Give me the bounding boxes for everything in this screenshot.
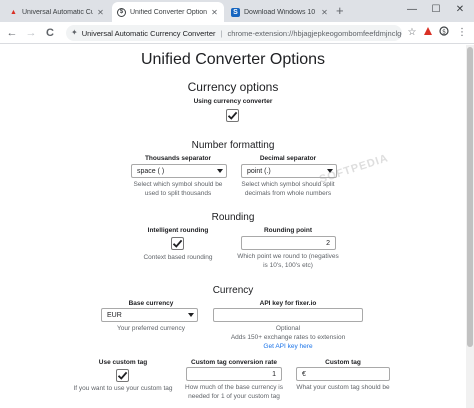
address-url: chrome-extension://hbjagjepkeogombomfeef… (227, 28, 402, 38)
scrollbar-thumb[interactable] (467, 47, 473, 347)
base-currency-help: Your preferred currency (116, 325, 186, 332)
softpedia-favicon-icon: S (231, 7, 240, 17)
close-window-icon[interactable]: ✕ (450, 3, 470, 17)
rounding-point-label: Rounding point (263, 227, 312, 234)
address-bar[interactable]: ✦ Universal Automatic Currency Converter… (66, 25, 402, 41)
using-converter-label: Using currency converter (193, 98, 273, 105)
custom-tag-help: What your custom tag should be (296, 384, 390, 391)
currency-heading: Currency (212, 285, 254, 296)
tab-strip: ▲ Universal Automatic Currency Co ✕ $ Un… (0, 0, 474, 22)
base-currency-label: Base currency (128, 300, 174, 307)
api-key-help-link-row: Get API key here (208, 342, 368, 351)
get-api-key-link[interactable]: Get API key here (263, 343, 312, 350)
tab-universal-currency[interactable]: ▲ Universal Automatic Currency Co ✕ (4, 2, 110, 22)
svg-text:$: $ (442, 28, 446, 35)
close-tab-icon[interactable]: ✕ (320, 8, 329, 17)
checkmark-icon (117, 371, 128, 380)
api-key-input[interactable] (213, 308, 363, 322)
new-tab-button[interactable]: + (336, 4, 344, 18)
custom-tag-rate-help: How much of the base currency is needed … (185, 384, 283, 400)
use-custom-tag-label: Use custom tag (98, 359, 148, 366)
api-key-label: API key for fixer.io (259, 300, 317, 307)
rounding-point-input[interactable]: 2 (241, 236, 336, 250)
checkmark-icon (172, 239, 183, 248)
custom-tag-rate-input[interactable]: 1 (186, 367, 282, 381)
rounding-point-value: 2 (326, 239, 330, 247)
thousands-separator-select[interactable]: space ( ) (131, 164, 227, 178)
close-tab-icon[interactable]: ✕ (96, 8, 105, 17)
thousands-separator-help: Select which symbol should be used to sp… (133, 181, 223, 197)
intelligent-rounding-help: Context based rounding (143, 254, 213, 261)
chevron-down-icon (188, 313, 194, 317)
thousands-separator-value: space ( ) (137, 167, 165, 175)
thousands-separator-label: Thousands separator (144, 155, 212, 162)
address-separator: | (220, 28, 223, 38)
menu-kebab-icon[interactable]: ⋮ (455, 26, 469, 40)
checkmark-icon (227, 111, 238, 120)
custom-tag-input[interactable]: € (296, 367, 390, 381)
minimize-icon[interactable]: — (402, 3, 422, 17)
custom-tag-value: € (302, 370, 306, 378)
tab-unified-options[interactable]: $ Unified Converter Options ✕ (112, 2, 224, 22)
using-converter-checkbox[interactable] (226, 109, 239, 122)
options-page: Unified Converter Options Currency optio… (0, 45, 466, 408)
custom-tag-rate-label: Custom tag conversion rate (191, 359, 277, 366)
address-site-name: Universal Automatic Currency Converter (81, 28, 216, 38)
use-custom-tag-help: If you want to use your custom tag (73, 385, 173, 392)
currency-options-heading: Currency options (187, 80, 279, 94)
bookmark-star-icon[interactable]: ☆ (405, 26, 419, 40)
reload-icon[interactable]: C (43, 26, 57, 40)
tab-title: Universal Automatic Currency Co (22, 8, 93, 16)
base-currency-select[interactable]: EUR (101, 308, 198, 322)
chevron-down-icon (217, 169, 223, 173)
decimal-separator-value: point (.) (247, 167, 271, 175)
decimal-separator-label: Decimal separator (259, 155, 317, 162)
extension-red-icon[interactable] (421, 26, 435, 41)
browser-toolbar: ← → C ✦ Universal Automatic Currency Con… (0, 22, 474, 44)
back-icon[interactable]: ← (5, 26, 19, 40)
tab-title: Unified Converter Options (130, 8, 207, 16)
tab-download-windows[interactable]: S Download Windows 10 1809 Build ✕ (226, 2, 334, 22)
vertical-scrollbar[interactable] (466, 45, 474, 408)
intelligent-rounding-checkbox[interactable] (171, 237, 184, 250)
rounding-heading: Rounding (211, 212, 255, 223)
close-tab-icon[interactable]: ✕ (210, 8, 219, 17)
extension-currency-icon[interactable]: $ (437, 26, 451, 41)
custom-tag-rate-value: 1 (272, 370, 276, 378)
number-formatting-heading: Number formatting (191, 140, 275, 151)
page-title: Unified Converter Options (140, 51, 326, 68)
extension-favicon-icon: $ (117, 7, 126, 17)
rounding-point-help: Which point we round to (negatives is 10… (237, 253, 339, 269)
maximize-icon[interactable]: ☐ (426, 3, 446, 17)
custom-tag-label: Custom tag (325, 359, 361, 366)
tab-title: Download Windows 10 1809 Build (244, 8, 317, 16)
currency-favicon-icon: ▲ (10, 8, 17, 16)
base-currency-value: EUR (107, 311, 122, 319)
extension-puzzle-icon: ✦ (71, 28, 78, 37)
use-custom-tag-checkbox[interactable] (116, 369, 129, 382)
api-key-help-rates: Adds 150+ exchange rates to extension (230, 334, 346, 341)
api-key-help-optional: Optional (275, 325, 301, 332)
intelligent-rounding-label: Intelligent rounding (147, 227, 209, 234)
forward-icon[interactable]: → (24, 26, 38, 40)
